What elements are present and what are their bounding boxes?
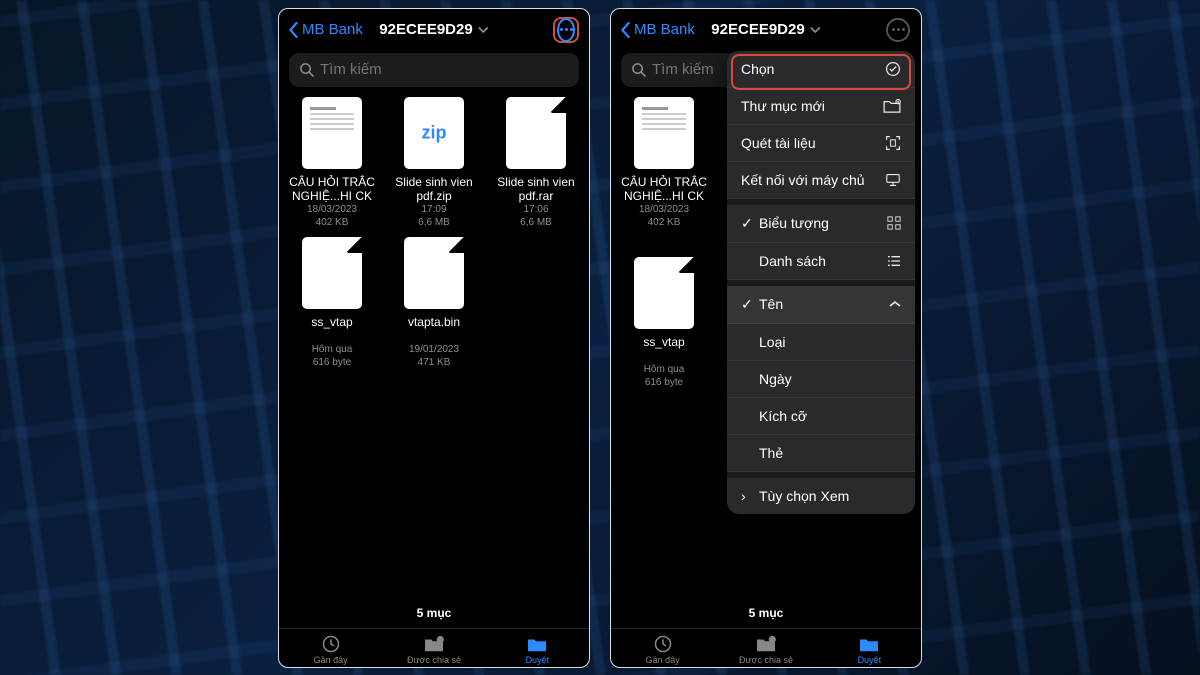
menu-sort-name[interactable]: ✓ Tên <box>727 286 915 324</box>
search-input[interactable] <box>320 61 569 78</box>
search-icon <box>299 62 314 77</box>
grid-icon <box>887 216 901 230</box>
file-item[interactable]: ss_vtap Hôm qua 616 byte <box>285 237 379 369</box>
more-button-wrap <box>885 17 911 43</box>
chevron-down-icon <box>479 27 489 33</box>
file-item[interactable]: Slide sinh vien pdf.rar 17:06 6,6 MB <box>489 97 583 229</box>
more-button-highlight <box>553 17 579 43</box>
file-item[interactable]: Slide sinh vien pdf.zip 17:09 6,6 MB <box>387 97 481 229</box>
back-label: MB Bank <box>634 21 695 38</box>
menu-sort-date[interactable]: Ngày <box>727 361 915 398</box>
tab-shared[interactable]: Được chia sẻ <box>382 633 485 665</box>
menu-new-folder[interactable]: Thư mục mới <box>727 88 915 125</box>
shared-folder-icon <box>755 635 777 653</box>
folder-title[interactable]: 92ECEE9D29 <box>711 21 820 38</box>
clock-icon <box>321 634 341 654</box>
tab-browse[interactable]: Duyệt <box>818 633 921 665</box>
clock-icon <box>653 634 673 654</box>
file-grid: CÂU HỎI TRẮC NGHIỆ...HI CK 18/03/2023 40… <box>279 97 589 369</box>
checkmark-icon: ✓ <box>741 215 755 232</box>
phone-right: MB Bank 92ECEE9D29 CÂU HỎI TRẮC NGHIỆ...… <box>610 8 922 668</box>
file-item[interactable]: CÂU HỎI TRẮC NGHIỆ...HI CK 18/03/2023 40… <box>617 97 711 229</box>
menu-icon-view[interactable]: ✓ Biểu tượng <box>727 205 915 243</box>
tab-recent[interactable]: Gần đây <box>279 633 382 665</box>
folder-icon <box>858 635 880 653</box>
more-button[interactable] <box>557 18 575 42</box>
menu-connect-server[interactable]: Kết nối với máy chủ <box>727 162 915 199</box>
chevron-down-icon <box>811 27 821 33</box>
folder-icon <box>526 635 548 653</box>
menu-sort-size[interactable]: Kích cỡ <box>727 398 915 435</box>
menu-scan[interactable]: Quét tài liệu <box>727 125 915 162</box>
search-field[interactable] <box>289 53 579 87</box>
file-item[interactable]: CÂU HỎI TRẮC NGHIỆ...HI CK 18/03/2023 40… <box>285 97 379 229</box>
back-button[interactable]: MB Bank <box>289 21 363 38</box>
menu-select[interactable]: Chọn <box>727 51 915 88</box>
server-icon <box>885 173 901 187</box>
phone-left: MB Bank 92ECEE9D29 CÂU HỎI TRẮC NGHIỆ...… <box>278 8 590 668</box>
context-menu: Chọn Thư mục mới Quét tài liệu Kết nối v… <box>727 51 915 514</box>
item-count: 5 mục <box>279 606 589 628</box>
checkmark-icon: ✓ <box>741 296 755 313</box>
file-item[interactable]: vtapta.bin 19/01/2023 471 KB <box>387 237 481 369</box>
back-button[interactable]: MB Bank <box>621 21 695 38</box>
chevron-up-icon <box>889 300 901 308</box>
tab-bar: Gần đây Được chia sẻ Duyệt <box>279 628 589 667</box>
menu-sort-tag[interactable]: Thẻ <box>727 435 915 472</box>
check-circle-icon <box>885 61 901 77</box>
file-item[interactable]: ss_vtap Hôm qua 616 byte <box>617 257 711 389</box>
new-folder-icon <box>883 99 901 113</box>
more-button[interactable] <box>886 18 910 42</box>
menu-list-view[interactable]: Danh sách <box>727 243 915 280</box>
folder-title[interactable]: 92ECEE9D29 <box>379 21 488 38</box>
item-count: 5 mục <box>611 606 921 628</box>
chevron-left-icon <box>621 22 631 38</box>
back-label: MB Bank <box>302 21 363 38</box>
list-icon <box>887 255 901 267</box>
shared-folder-icon <box>423 635 445 653</box>
chevron-right-icon: › <box>741 488 755 504</box>
search-icon <box>631 62 646 77</box>
tab-bar: Gần đây Được chia sẻ Duyệt <box>611 628 921 667</box>
tab-recent[interactable]: Gần đây <box>611 633 714 665</box>
menu-view-options[interactable]: › Tùy chọn Xem <box>727 478 915 514</box>
scan-icon <box>885 135 901 151</box>
nav-bar: MB Bank 92ECEE9D29 <box>611 9 921 49</box>
tab-browse[interactable]: Duyệt <box>486 633 589 665</box>
chevron-left-icon <box>289 22 299 38</box>
menu-sort-kind[interactable]: Loại <box>727 324 915 361</box>
tab-shared[interactable]: Được chia sẻ <box>714 633 817 665</box>
nav-bar: MB Bank 92ECEE9D29 <box>279 9 589 49</box>
